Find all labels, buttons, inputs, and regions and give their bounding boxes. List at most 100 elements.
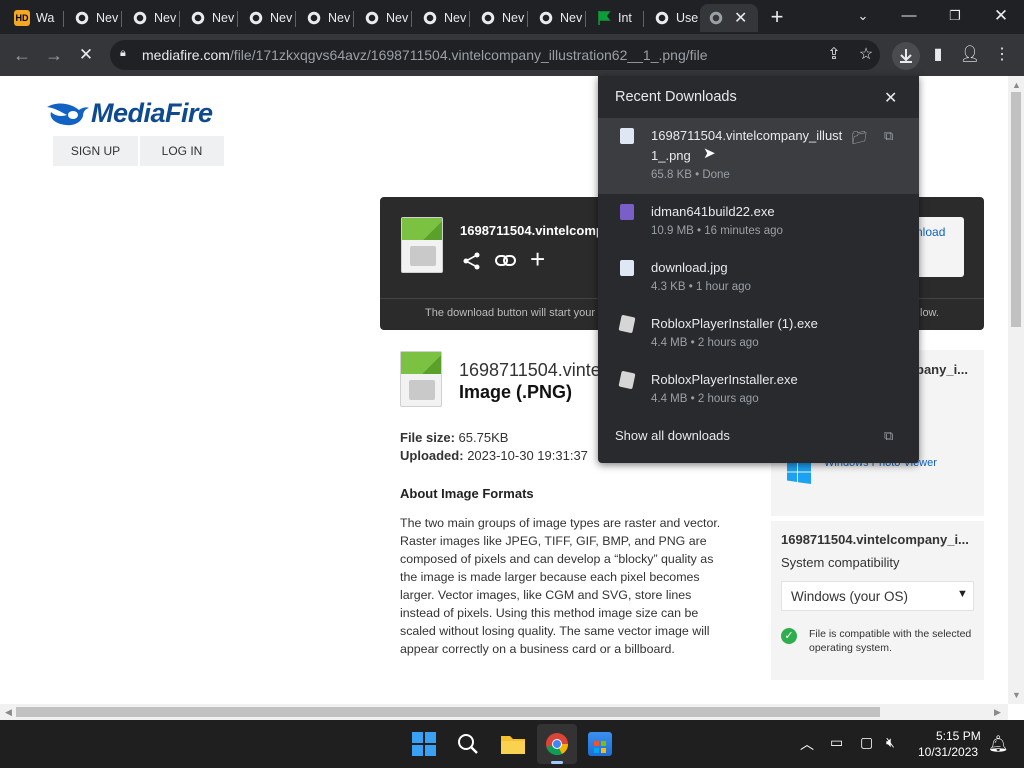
log-in-button[interactable]: LOG IN xyxy=(140,136,224,166)
bookmark-star-icon[interactable]: ☆ xyxy=(854,44,878,66)
loading-icon xyxy=(708,10,724,26)
windows-icon xyxy=(787,460,811,484)
download-item[interactable]: RobloxPlayerInstaller.exe 4.4 MB • 2 hou… xyxy=(598,362,919,418)
download-item[interactable]: RobloxPlayerInstaller (1).exe 4.4 MB • 2… xyxy=(598,306,919,362)
open-external-icon[interactable]: ⧉ xyxy=(884,128,893,144)
os-select-value: Windows (your OS) xyxy=(791,589,909,604)
folder-icon[interactable]: 📁︎ xyxy=(851,130,868,146)
share-icon[interactable]: ⇪ xyxy=(822,44,846,66)
download-name: idman641build22.exe xyxy=(651,204,775,219)
os-select[interactable]: Windows (your OS) ▼ xyxy=(781,581,974,611)
file-name: 1698711504.vinte xyxy=(459,360,601,380)
download-name: RobloxPlayerInstaller.exe xyxy=(651,372,798,387)
chrome-icon xyxy=(538,10,554,26)
scroll-up-arrow[interactable]: ▲ xyxy=(1012,80,1021,90)
chrome-icon xyxy=(306,10,322,26)
tab[interactable]: Nev xyxy=(530,4,586,32)
network-icon[interactable]: ▢ xyxy=(860,734,873,751)
tab[interactable]: Nev xyxy=(298,4,354,32)
search-icon[interactable] xyxy=(456,732,480,756)
profile-icon[interactable]: 👤︎ xyxy=(958,44,982,66)
url-text[interactable]: mediafire.com/file/171zkxqgvs64avz/16987… xyxy=(142,47,708,63)
downloads-button[interactable] xyxy=(892,42,920,70)
clock-time[interactable]: 5:15 PM xyxy=(936,729,981,743)
file-explorer-icon[interactable] xyxy=(500,733,526,755)
add-icon[interactable]: + xyxy=(530,244,545,274)
tab-title: Nev xyxy=(270,11,293,25)
close-icon[interactable]: ✕ xyxy=(884,88,897,108)
windows-taskbar: ︿ ▭ ▢ 🔇︎ 5:15 PM 10/31/2023 🔔︎ xyxy=(0,720,1024,768)
download-filename: 1698711504.vintelcompa xyxy=(460,223,612,238)
tab-title: Nev xyxy=(386,11,409,25)
tab-title: Nev xyxy=(154,11,177,25)
restore-button[interactable]: ❐ xyxy=(941,4,969,28)
share-icon[interactable] xyxy=(462,251,482,271)
tab-title: Nev xyxy=(502,11,525,25)
new-tab-button[interactable]: + xyxy=(765,6,789,28)
show-all-downloads-link[interactable]: Show all downloads xyxy=(615,428,730,443)
stop-loading-button[interactable]: ✕ xyxy=(74,43,98,67)
close-window-button[interactable]: ✕ xyxy=(987,4,1015,28)
back-button[interactable]: ← xyxy=(10,43,34,67)
tab-title: Nev xyxy=(444,11,467,25)
tab[interactable]: Nev xyxy=(66,4,122,32)
chevron-up-icon[interactable]: ︿ xyxy=(800,734,814,754)
store-icon[interactable] xyxy=(588,732,612,756)
forward-button[interactable]: → xyxy=(42,43,66,67)
tab[interactable]: Nev xyxy=(414,4,470,32)
vertical-scroll-thumb[interactable] xyxy=(1011,92,1021,327)
chrome-icon xyxy=(190,10,206,26)
png-file-icon xyxy=(400,351,442,407)
tab[interactable]: Nev xyxy=(240,4,296,32)
flag-icon xyxy=(596,10,612,26)
tab[interactable]: Nev xyxy=(182,4,238,32)
tab-active[interactable]: ✕ xyxy=(700,4,758,32)
tab[interactable]: Int xyxy=(588,4,644,32)
mediafire-logo[interactable]: MediaFire xyxy=(45,98,213,129)
chrome-icon xyxy=(654,10,670,26)
image-file-icon xyxy=(620,260,634,276)
png-file-icon xyxy=(401,217,443,273)
file-size-row: File size: 65.75KB xyxy=(400,430,509,445)
open-downloads-page-icon[interactable]: ⧉ xyxy=(884,428,893,444)
file-type: Image (.PNG) xyxy=(459,382,573,402)
link-icon[interactable] xyxy=(495,251,517,271)
start-button[interactable] xyxy=(412,732,436,756)
download-name: 1698711504.vintelcompany_illust xyxy=(651,128,843,143)
download-item[interactable]: 1698711504.vintelcompany_illust 1_.png 6… xyxy=(598,118,919,194)
download-name-cont: 1_.png xyxy=(651,148,691,163)
volume-icon[interactable]: 🔇︎ xyxy=(886,734,895,751)
tab[interactable]: Nev xyxy=(356,4,412,32)
system-compat-label: System compatibility xyxy=(781,555,900,570)
scroll-down-arrow[interactable]: ▼ xyxy=(1012,690,1021,700)
scroll-right-arrow[interactable]: ▶ xyxy=(994,707,1001,718)
download-item[interactable]: download.jpg 4.3 KB • 1 hour ago xyxy=(598,250,919,306)
clock-date[interactable]: 10/31/2023 xyxy=(918,745,978,759)
close-tab-icon[interactable]: ✕ xyxy=(734,8,747,28)
tab[interactable]: HD Wa xyxy=(6,4,64,32)
tab[interactable]: Use xyxy=(646,4,702,32)
downloads-bubble: Recent Downloads ✕ 1698711504.vintelcomp… xyxy=(598,76,919,463)
battery-icon[interactable]: ▭ xyxy=(830,734,843,751)
tab[interactable]: Nev xyxy=(472,4,528,32)
tab-search-icon[interactable]: ⌄ xyxy=(849,4,877,28)
notification-bell-icon[interactable]: 🔔︎ xyxy=(988,734,1008,754)
horizontal-scroll-thumb[interactable] xyxy=(16,707,880,717)
sign-up-button[interactable]: SIGN UP xyxy=(53,136,138,166)
flame-icon xyxy=(45,101,91,127)
sidebar-title: pany_i... xyxy=(916,362,969,377)
minimize-button[interactable]: — xyxy=(895,4,923,28)
menu-icon[interactable]: ⋮ xyxy=(990,44,1014,66)
download-item[interactable]: idman641build22.exe 10.9 MB • 16 minutes… xyxy=(598,194,919,250)
side-panel-icon[interactable]: ▮ xyxy=(926,44,950,66)
chrome-icon xyxy=(248,10,264,26)
about-heading: About Image Formats xyxy=(400,486,534,501)
download-button-label: nload xyxy=(916,225,946,239)
downloads-title: Recent Downloads xyxy=(615,89,737,105)
chrome-taskbar-button[interactable] xyxy=(537,724,577,764)
scroll-left-arrow[interactable]: ◀ xyxy=(5,707,12,718)
tab-title: Nev xyxy=(212,11,235,25)
lock-icon[interactable]: 🔒︎ xyxy=(120,47,130,59)
tab[interactable]: Nev xyxy=(124,4,180,32)
chrome-icon xyxy=(364,10,380,26)
